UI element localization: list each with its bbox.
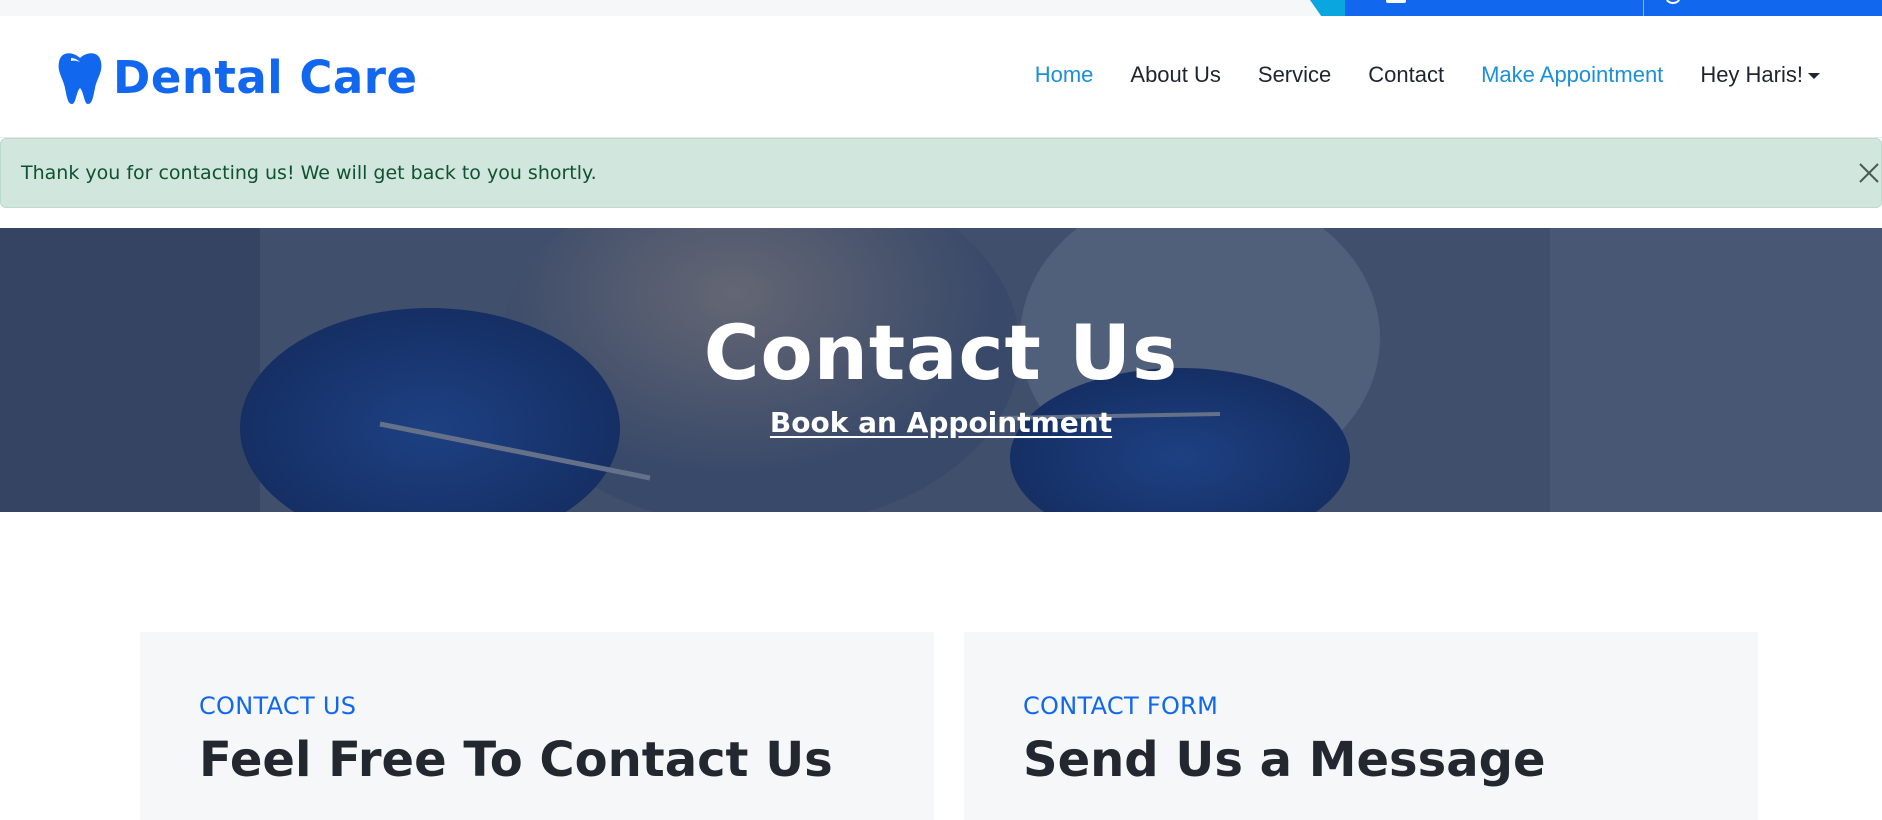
contact-form-card: CONTACT FORM Send Us a Message xyxy=(964,632,1758,820)
nav-item-home[interactable]: Home xyxy=(1035,62,1094,88)
contact-info-card: CONTACT US Feel Free To Contact Us xyxy=(140,632,934,820)
contact-form-eyebrow: CONTACT FORM xyxy=(1023,692,1219,720)
user-menu-dropdown[interactable]: Hey Haris! xyxy=(1700,62,1820,88)
hero-link-wrap: Book an Appointment xyxy=(0,406,1882,439)
contact-form-heading: Send Us a Message xyxy=(1023,732,1546,788)
brand-name: Dental Care xyxy=(113,50,418,104)
brand-logo-link[interactable]: Dental Care xyxy=(57,50,417,104)
book-appointment-link[interactable]: Book an Appointment xyxy=(770,406,1112,439)
success-alert: Thank you for contacting us! We will get… xyxy=(0,138,1882,208)
nav-item-contact[interactable]: Contact xyxy=(1368,62,1444,88)
main-nav: Home About Us Service Contact Make Appoi… xyxy=(998,62,1820,88)
tooth-icon xyxy=(58,53,102,104)
nav-item-make-appointment[interactable]: Make Appointment xyxy=(1481,62,1663,88)
alert-message: Thank you for contacting us! We will get… xyxy=(21,162,597,184)
caret-down-icon xyxy=(1808,73,1820,79)
top-strip-divider xyxy=(1643,0,1644,16)
user-menu-label: Hey Haris! xyxy=(1700,62,1803,87)
hero-banner: Contact Us Book an Appointment xyxy=(0,228,1882,512)
navbar: Dental Care Home About Us Service Contac… xyxy=(0,16,1882,138)
calendar-icon xyxy=(1386,0,1406,3)
nav-item-about-us[interactable]: About Us xyxy=(1130,62,1221,88)
contact-info-heading: Feel Free To Contact Us xyxy=(199,732,833,788)
nav-item-service[interactable]: Service xyxy=(1258,62,1331,88)
close-icon[interactable] xyxy=(1857,161,1881,185)
top-contact-strip xyxy=(0,0,1882,16)
page-title: Contact Us xyxy=(703,308,1179,397)
contact-info-eyebrow: CONTACT US xyxy=(199,692,357,720)
top-strip-bar xyxy=(1345,0,1882,16)
